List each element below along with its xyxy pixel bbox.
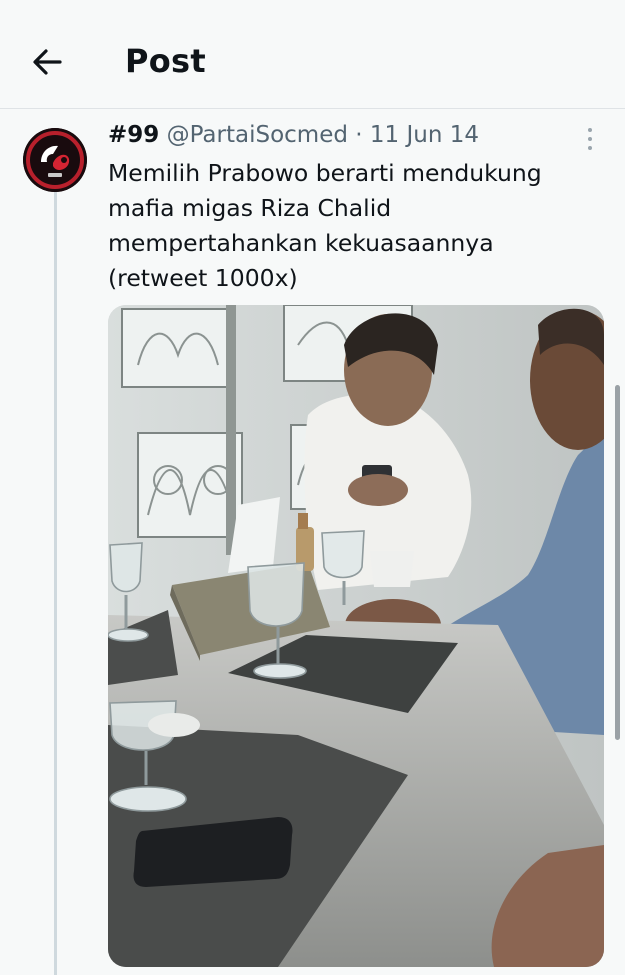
page-title: Post <box>125 42 206 80</box>
top-header: Post <box>0 0 625 109</box>
back-button[interactable] <box>28 42 68 82</box>
post-photo[interactable] <box>108 305 604 967</box>
more-options-button[interactable] <box>582 128 598 154</box>
more-vertical-icon <box>582 128 598 150</box>
post-text: Memilih Prabowo berarti mendukung mafia … <box>108 159 542 292</box>
avatar[interactable] <box>23 128 87 192</box>
post-date[interactable]: 11 Jun 14 <box>370 122 479 148</box>
party-logo-avatar <box>23 128 87 192</box>
arrow-left-icon <box>33 49 62 75</box>
post-meta: #99 @PartaiSocmed · 11 Jun 14 <box>108 122 479 156</box>
photo-image <box>108 305 604 967</box>
author-handle[interactable]: @PartaiSocmed <box>167 122 348 148</box>
author-name[interactable]: #99 <box>108 122 159 148</box>
scrollbar[interactable] <box>615 385 620 740</box>
meta-separator: · <box>355 122 363 148</box>
thread-line <box>54 192 57 975</box>
